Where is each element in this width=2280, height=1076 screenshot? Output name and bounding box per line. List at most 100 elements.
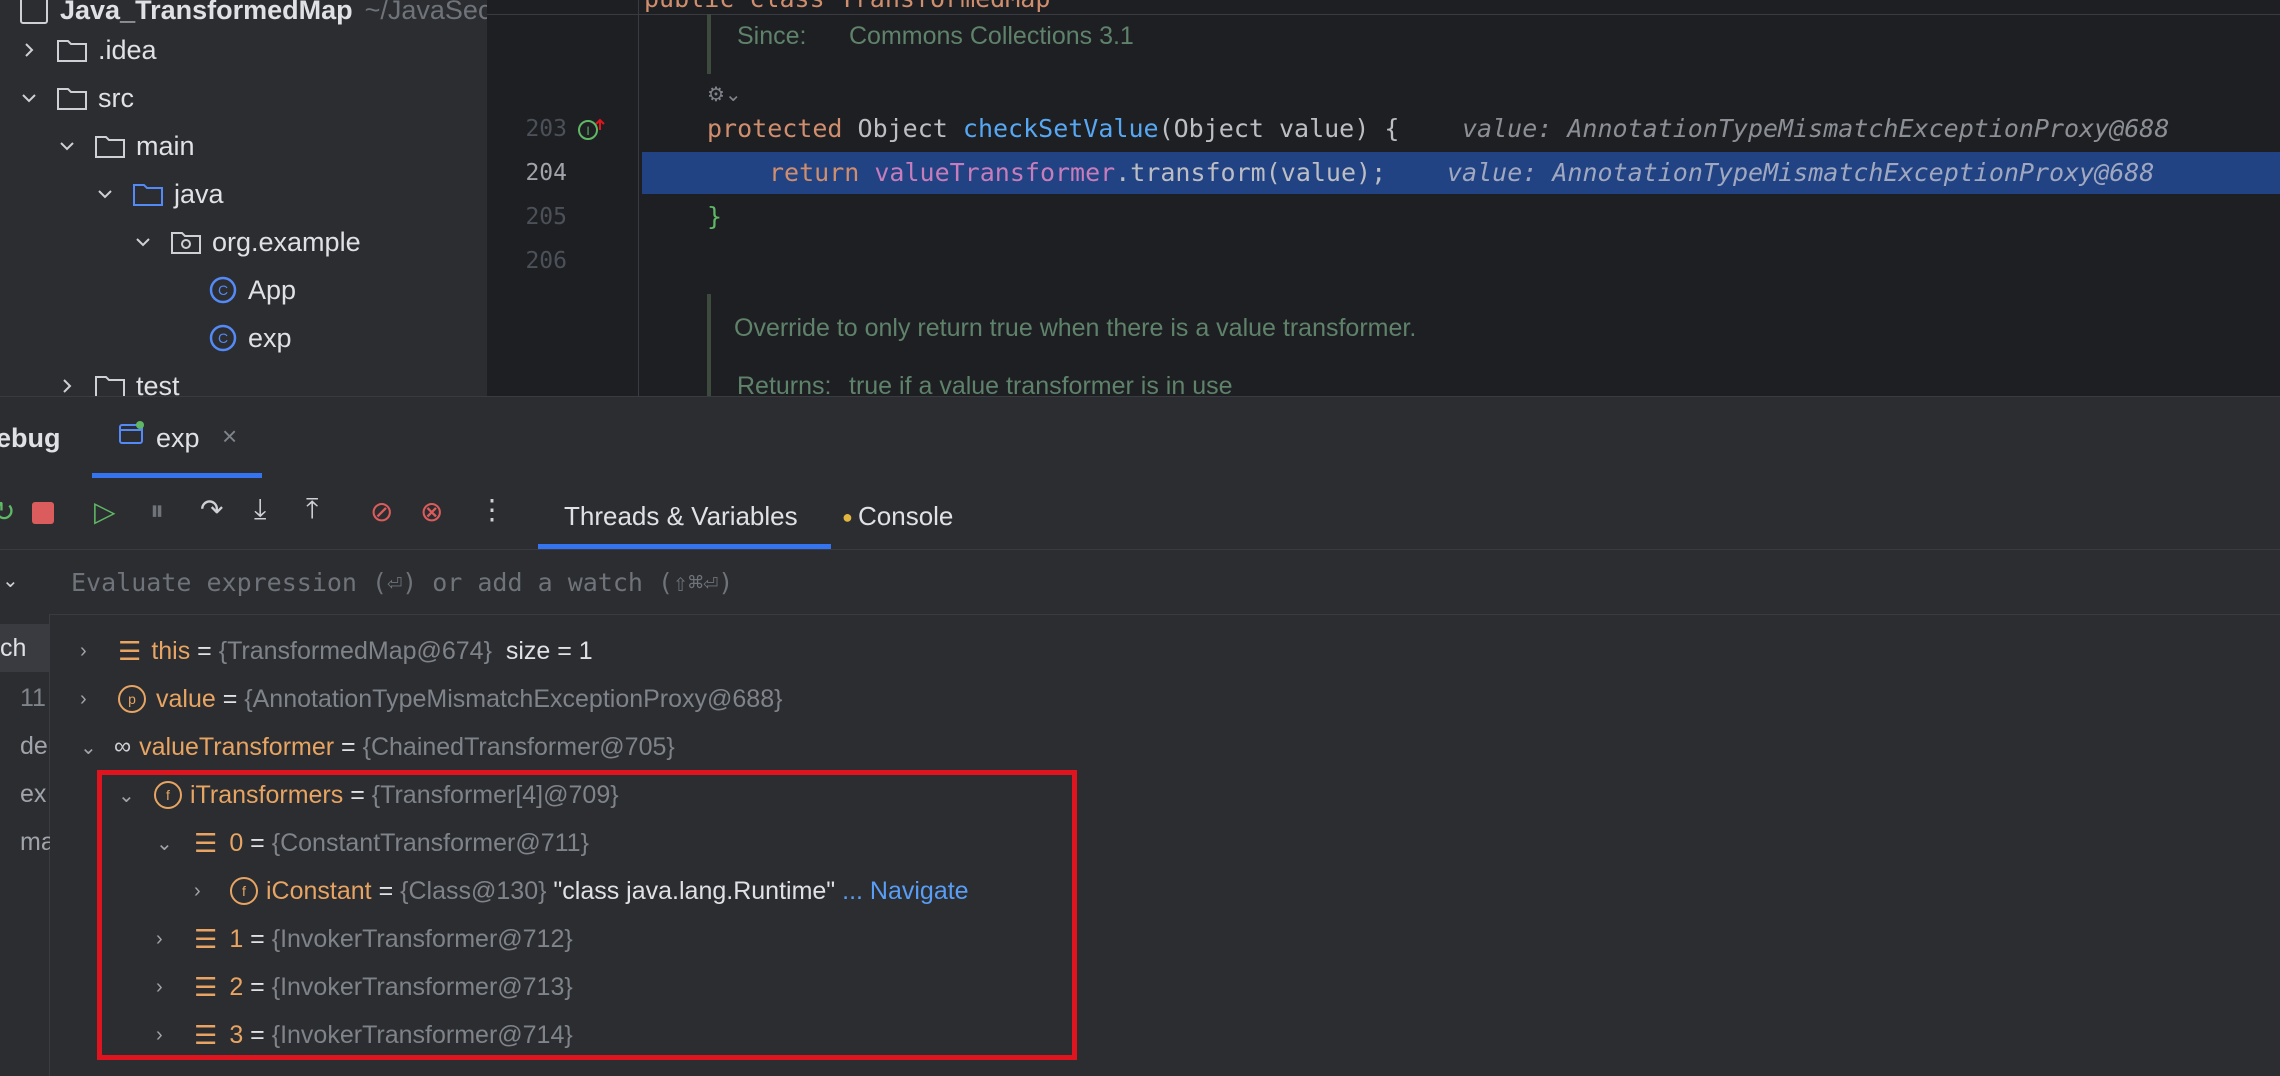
chevron-down-icon[interactable] xyxy=(18,87,40,109)
variable-name: this xyxy=(151,636,191,665)
reader-mode-icon[interactable]: ⚙⌄ xyxy=(707,82,742,107)
code-text: (Object value) { xyxy=(1158,114,1400,143)
tree-item-exp[interactable]: C exp xyxy=(208,314,292,362)
project-root-path: ~/JavaSec xyxy=(364,0,487,25)
variable-extra: size = 1 xyxy=(505,636,593,665)
debug-panel-title: ebug xyxy=(0,423,61,453)
tree-item-idea[interactable]: .idea xyxy=(18,26,157,74)
chevron-down-icon[interactable]: ⌄ xyxy=(80,735,102,760)
step-out-icon[interactable]: ⤒ xyxy=(306,493,318,526)
tab-threads-variables[interactable]: Threads & Variables xyxy=(538,481,831,549)
svg-text:C: C xyxy=(218,330,228,346)
chevron-down-icon[interactable] xyxy=(132,231,154,253)
close-icon[interactable]: × xyxy=(222,421,237,452)
frame-label: ch xyxy=(0,634,27,662)
inline-debug-hint: value: AnnotationTypeMismatchExceptionPr… xyxy=(1462,114,2170,143)
doc-override-text: Override to only return true when there … xyxy=(734,314,1417,342)
frames-panel: ⌄ ch 11 de ex ma xyxy=(0,550,55,1076)
parameter-icon: p xyxy=(118,685,146,713)
chevron-right-icon[interactable] xyxy=(18,39,40,61)
code-editor[interactable]: public class TransformedMap Since: Commo… xyxy=(487,0,2280,396)
module-icon xyxy=(20,0,48,24)
evaluate-input-placeholder: Evaluate expression (⏎) or add a watch (… xyxy=(71,568,734,597)
active-tab-indicator xyxy=(92,473,262,478)
field-icon: ☰ xyxy=(118,635,142,666)
code-line-204: return valueTransformer.transform(value)… xyxy=(769,158,1386,187)
chevron-right-icon[interactable]: › xyxy=(80,640,102,663)
session-tab-exp[interactable]: exp × xyxy=(92,397,262,481)
chevron-down-icon[interactable] xyxy=(56,135,78,157)
folder-icon xyxy=(95,136,125,158)
stop-icon[interactable] xyxy=(32,502,54,524)
variable-value: {AnnotationTypeMismatchExceptionProxy@68… xyxy=(244,684,783,713)
class-icon: C xyxy=(209,324,237,352)
tree-item-package[interactable]: org.example xyxy=(132,218,361,266)
frame-label[interactable]: de xyxy=(20,732,48,761)
variable-value: {ChainedTransformer@705} xyxy=(362,732,675,761)
code-method: checkSetValue xyxy=(962,114,1159,143)
doc-bar xyxy=(707,14,711,74)
tab-label: Threads & Variables xyxy=(564,501,798,531)
variable-eq: = xyxy=(197,636,212,665)
variable-row-valueTransformer[interactable]: ⌄ ∞ valueTransformer = {ChainedTransform… xyxy=(80,723,675,771)
variable-name: value xyxy=(156,684,216,713)
tree-item-main[interactable]: main xyxy=(56,122,195,170)
chevron-right-icon[interactable] xyxy=(56,375,78,396)
code-field: valueTransformer xyxy=(874,158,1116,187)
debug-session-bar: ebug exp × xyxy=(0,396,2280,481)
doc-returns-value: true if a value transformer is in use xyxy=(849,372,1233,396)
line-number: 204 xyxy=(525,160,567,186)
project-tree-panel: Java_TransformedMap ~/JavaSec .idea src … xyxy=(0,0,487,396)
variable-value: {TransformedMap@674} xyxy=(218,636,492,665)
svg-text:C: C xyxy=(218,282,228,298)
tree-item-test[interactable]: test xyxy=(56,362,180,396)
sticky-divider xyxy=(487,14,2280,15)
tree-item-app[interactable]: C App xyxy=(208,266,296,314)
frame-item-selected[interactable]: ch xyxy=(0,624,49,672)
tree-item-src[interactable]: src xyxy=(18,74,134,122)
source-folder-icon xyxy=(133,184,163,206)
code-text: .transform(value); xyxy=(1115,158,1387,187)
tree-item-label: App xyxy=(248,274,297,305)
tree-item-java[interactable]: java xyxy=(94,170,224,218)
chevron-down-icon[interactable]: ⌄ xyxy=(2,568,19,593)
code-text: Object xyxy=(842,114,963,143)
app-window-icon xyxy=(119,421,144,444)
code-line-205: } xyxy=(707,202,723,231)
tab-console[interactable]: ● Console xyxy=(840,481,980,549)
resume-icon[interactable]: ▷ xyxy=(94,495,116,528)
evaluate-expression-bar[interactable]: Evaluate expression (⏎) or add a watch (… xyxy=(49,550,2280,615)
chevron-right-icon[interactable]: › xyxy=(80,688,102,711)
frame-label[interactable]: 11 xyxy=(20,684,46,713)
tree-item-label: exp xyxy=(248,322,292,353)
view-breakpoints-icon[interactable]: ⊘ xyxy=(370,495,393,528)
inline-debug-hint: value: AnnotationTypeMismatchExceptionPr… xyxy=(1447,158,2155,187)
frame-label[interactable]: ex xyxy=(20,780,46,809)
line-number: 206 xyxy=(525,248,567,274)
rerun-icon[interactable]: ↻ xyxy=(0,495,15,528)
folder-icon xyxy=(95,376,125,396)
more-options-icon[interactable]: ⋮ xyxy=(478,493,506,526)
debug-toolbar: ↻ ▷ ⏸ ↷ ⤓ ⤒ ⊘ ⊗ ⋮ Threads & Variables ● … xyxy=(0,481,2280,550)
folder-icon xyxy=(57,40,87,62)
line-gutter xyxy=(487,0,638,396)
code-partial-line: public class TransformedMap xyxy=(644,0,1050,13)
mute-breakpoints-icon[interactable]: ⊗ xyxy=(420,495,443,528)
tree-item-label: test xyxy=(136,370,180,397)
tree-item-label: main xyxy=(136,130,195,161)
doc-since-value: Commons Collections 3.1 xyxy=(849,22,1134,50)
doc-bar xyxy=(707,294,711,396)
variable-row-value[interactable]: › p value = {AnnotationTypeMismatchExcep… xyxy=(80,675,782,723)
doc-returns-label: Returns: xyxy=(737,372,832,396)
pause-icon[interactable]: ⏸ xyxy=(150,495,164,528)
implements-marker-icon[interactable]: I xyxy=(577,116,607,144)
variable-eq: = xyxy=(341,732,356,761)
code-keyword: return xyxy=(769,158,860,187)
active-tab-indicator xyxy=(538,544,831,549)
variable-row-this[interactable]: › ☰ this = {TransformedMap@674} size = 1 xyxy=(80,627,593,675)
tree-item-label: java xyxy=(174,178,224,209)
chevron-down-icon[interactable] xyxy=(94,183,116,205)
step-into-icon[interactable]: ⤓ xyxy=(254,493,266,526)
step-over-icon[interactable]: ↷ xyxy=(200,493,223,526)
class-icon: C xyxy=(209,276,237,304)
